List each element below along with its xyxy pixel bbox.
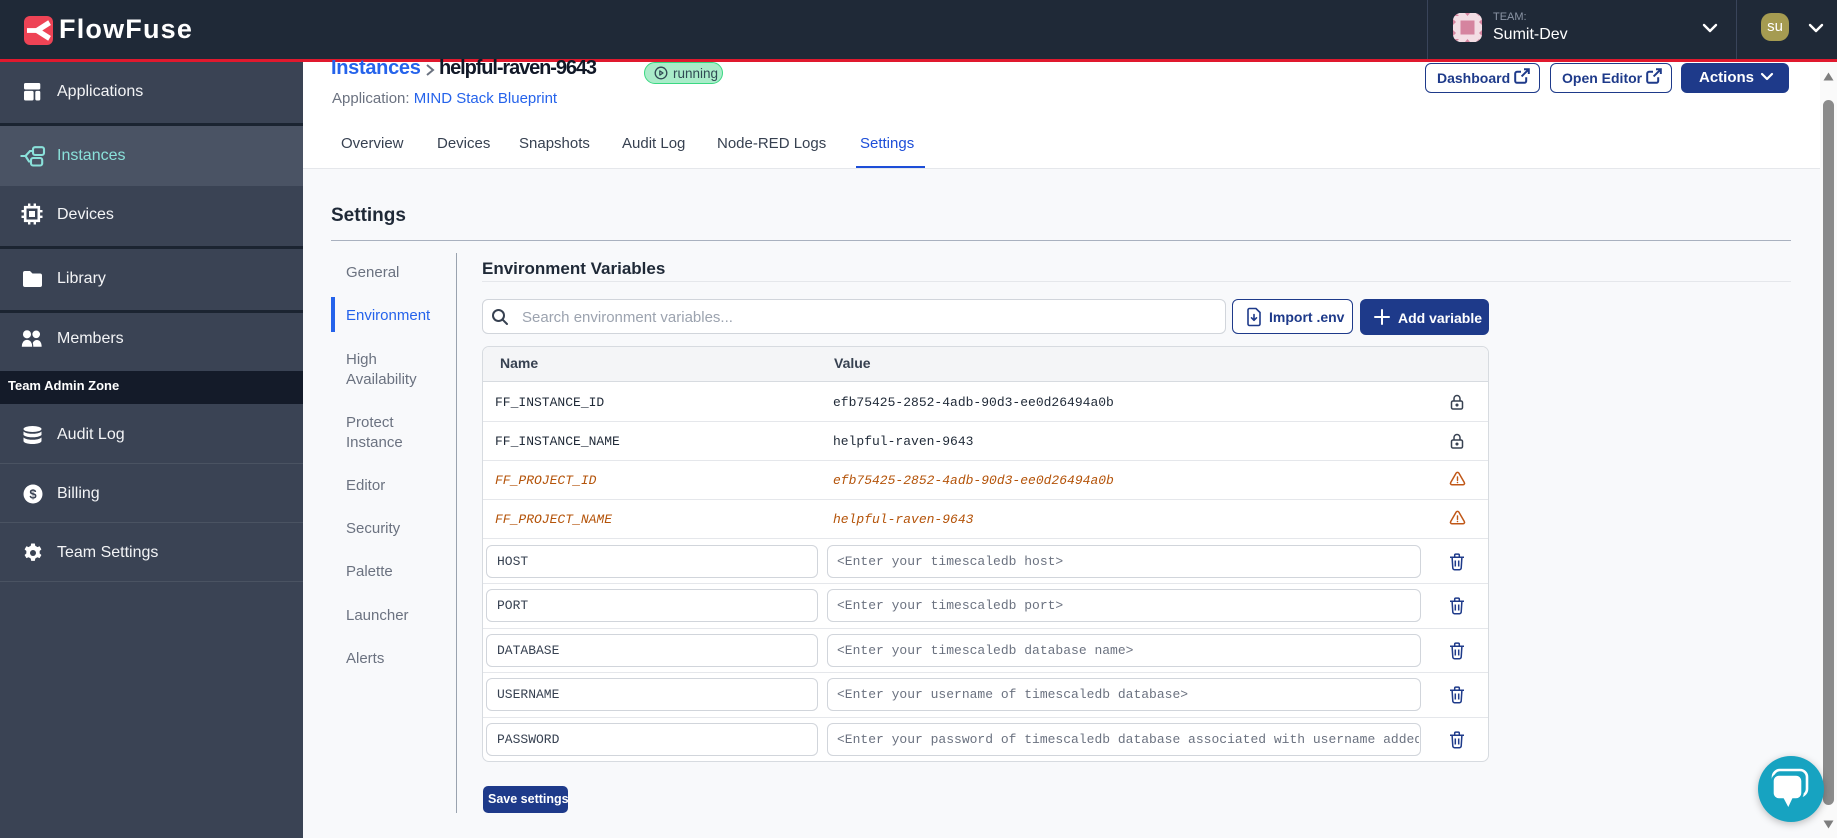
svg-text:$: $: [29, 487, 37, 502]
